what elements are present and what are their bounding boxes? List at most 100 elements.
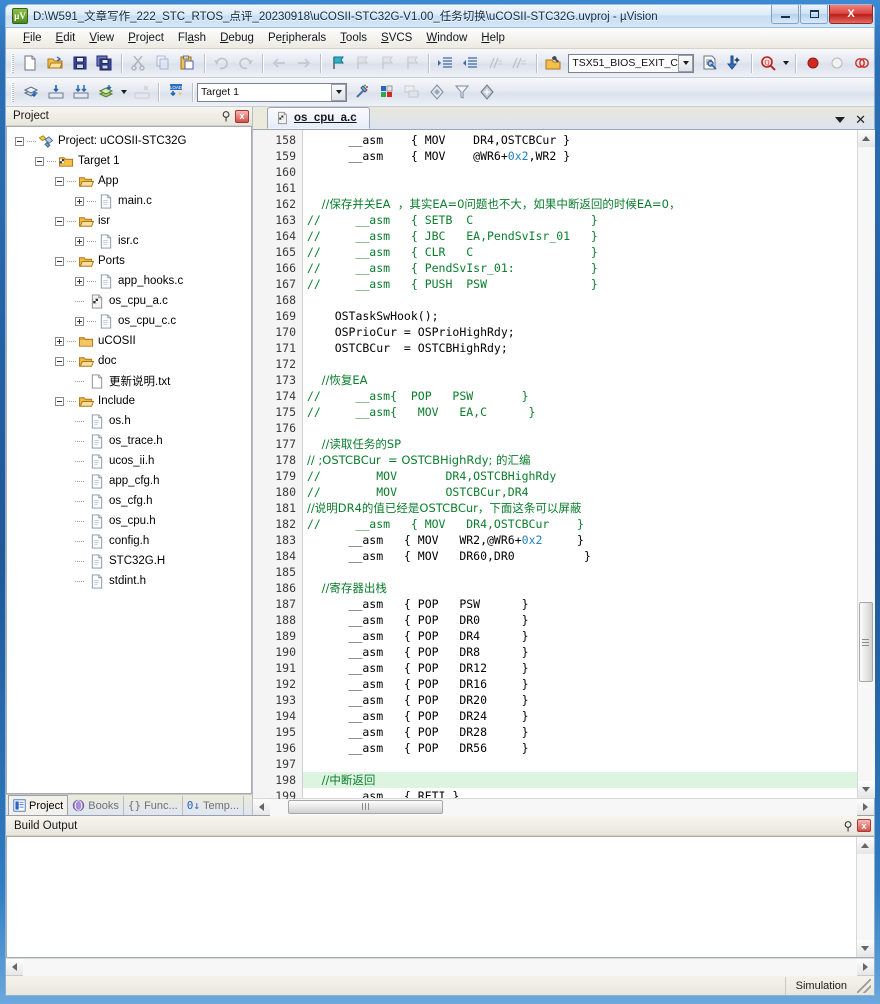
indent-icon[interactable] bbox=[434, 52, 457, 75]
breakpoint-icon[interactable] bbox=[801, 52, 824, 75]
code-line[interactable] bbox=[303, 420, 857, 436]
comment-icon[interactable] bbox=[483, 52, 506, 75]
minimize-button[interactable] bbox=[771, 5, 799, 24]
code-line[interactable] bbox=[303, 356, 857, 372]
close-icon[interactable]: x bbox=[857, 819, 871, 833]
tree-item-config-h[interactable]: config.h bbox=[7, 531, 251, 551]
code-line[interactable] bbox=[303, 164, 857, 180]
code-line[interactable] bbox=[303, 756, 857, 772]
code-line[interactable]: __asm { POP DR0 } bbox=[303, 612, 857, 628]
configure-toolbox-icon[interactable] bbox=[542, 52, 565, 75]
menu-window[interactable]: Window bbox=[419, 30, 474, 46]
close-icon[interactable]: ✕ bbox=[855, 113, 866, 126]
code-line[interactable]: // __asm { CLR C } bbox=[303, 244, 857, 260]
tree-item-stc32g-h[interactable]: STC32G.H bbox=[7, 551, 251, 571]
undo-icon[interactable] bbox=[210, 52, 233, 75]
code-line[interactable]: // __asm{ POP PSW } bbox=[303, 388, 857, 404]
menu-project[interactable]: Project bbox=[121, 30, 171, 46]
project-tree[interactable]: Project: uCOSII-STC32G Target 1 App main.c i… bbox=[6, 126, 252, 794]
open-file-icon[interactable] bbox=[44, 52, 67, 75]
tree-item-app[interactable]: App bbox=[7, 171, 251, 191]
manage-multi-project-icon[interactable] bbox=[400, 81, 423, 104]
code-line[interactable]: OSTaskSwHook(); bbox=[303, 308, 857, 324]
code-line[interactable]: __asm { MOV DR60,DR0 } bbox=[303, 548, 857, 564]
expand-icon[interactable] bbox=[75, 196, 84, 206]
new-file-icon[interactable] bbox=[19, 52, 42, 75]
code-text-area[interactable]: __asm { MOV DR4,OSTCBCur } __asm { MOV @… bbox=[303, 130, 857, 798]
code-line[interactable]: __asm { RETI } bbox=[303, 788, 857, 798]
outdent-icon[interactable] bbox=[459, 52, 482, 75]
bookmark-clear-icon[interactable] bbox=[400, 52, 423, 75]
code-line[interactable]: __asm { POP DR4 } bbox=[303, 628, 857, 644]
bookmark-toggle-icon[interactable] bbox=[326, 52, 349, 75]
expand-icon[interactable] bbox=[55, 336, 64, 346]
resize-grip-icon[interactable] bbox=[857, 978, 871, 993]
translate-icon[interactable] bbox=[19, 81, 42, 104]
code-line[interactable] bbox=[303, 292, 857, 308]
collapse-icon[interactable] bbox=[35, 156, 44, 166]
find-icon[interactable]: Q bbox=[757, 52, 780, 75]
menu-help[interactable]: Help bbox=[474, 30, 512, 46]
maximize-button[interactable] bbox=[800, 5, 828, 24]
configure-flash-icon[interactable] bbox=[475, 81, 498, 104]
chevron-down-icon[interactable] bbox=[331, 83, 346, 101]
tree-item-target-1[interactable]: Target 1 bbox=[7, 151, 251, 171]
batch-build-icon[interactable] bbox=[94, 81, 117, 104]
tree-item-stdint-h[interactable]: stdint.h bbox=[7, 571, 251, 591]
close-button[interactable]: X bbox=[829, 5, 873, 24]
scroll-down-button[interactable] bbox=[856, 940, 874, 957]
build-target-icon[interactable] bbox=[44, 81, 67, 104]
build-output-horizontal-scrollbar[interactable] bbox=[6, 958, 874, 976]
tree-item-isr[interactable]: isr bbox=[7, 211, 251, 231]
target-select[interactable]: Target 1 bbox=[197, 82, 347, 102]
cut-icon[interactable] bbox=[127, 52, 150, 75]
tree-item-os-trace-h[interactable]: os_trace.h bbox=[7, 431, 251, 451]
menu-tools[interactable]: Tools bbox=[333, 30, 374, 46]
code-line[interactable]: // __asm { SETB C } bbox=[303, 212, 857, 228]
save-all-icon[interactable] bbox=[93, 52, 116, 75]
run-utility-icon[interactable] bbox=[450, 81, 473, 104]
code-line[interactable]: //说明DR4的值已经是OSTCBCur，下面这条可以屏蔽 bbox=[303, 500, 857, 516]
tab-project[interactable]: Project bbox=[8, 795, 69, 815]
pin-icon[interactable]: ⚲ bbox=[841, 819, 855, 833]
horizontal-scroll-thumb[interactable] bbox=[288, 799, 443, 814]
tree-item-os-cpu-c-c[interactable]: os_cpu_c.c bbox=[7, 311, 251, 331]
code-line[interactable]: __asm { POP DR20 } bbox=[303, 692, 857, 708]
navigate-forward-icon[interactable] bbox=[293, 52, 316, 75]
code-line[interactable]: __asm { POP DR16 } bbox=[303, 676, 857, 692]
code-line[interactable]: __asm { POP DR8 } bbox=[303, 644, 857, 660]
code-line[interactable]: // MOV OSTCBCur,DR4 bbox=[303, 484, 857, 500]
uncomment-icon[interactable] bbox=[508, 52, 531, 75]
code-line[interactable]: __asm { MOV DR4,OSTCBCur } bbox=[303, 132, 857, 148]
tree-item-app-hooks-c[interactable]: app_hooks.c bbox=[7, 271, 251, 291]
collapse-icon[interactable] bbox=[55, 356, 64, 366]
insert-file-icon[interactable] bbox=[698, 52, 721, 75]
menu-peripherals[interactable]: Peripherals bbox=[261, 30, 333, 46]
tree-item-ports[interactable]: Ports bbox=[7, 251, 251, 271]
tab-functions[interactable]: {} Func... bbox=[124, 796, 183, 815]
scroll-left-button[interactable] bbox=[6, 958, 23, 976]
code-line[interactable]: //保存并关EA ，其实EA=0问题也不大，如果中断返回的时候EA=0， bbox=[303, 196, 857, 212]
paste-icon[interactable] bbox=[176, 52, 199, 75]
toolbar-grip[interactable] bbox=[11, 82, 14, 102]
menu-file[interactable]: FFileile bbox=[16, 30, 49, 46]
tree-item-os-cfg-h[interactable]: os_cfg.h bbox=[7, 491, 251, 511]
download-to-flash-icon[interactable]: LOAD bbox=[164, 81, 187, 104]
expand-icon[interactable] bbox=[75, 276, 84, 286]
pin-icon[interactable]: ⚲ bbox=[219, 109, 233, 123]
navigate-back-icon[interactable] bbox=[268, 52, 291, 75]
editor-horizontal-scrollbar[interactable] bbox=[253, 798, 874, 816]
code-line[interactable]: //恢复EA bbox=[303, 372, 857, 388]
code-line[interactable] bbox=[303, 564, 857, 580]
vertical-scroll-track[interactable] bbox=[857, 147, 875, 781]
tree-item-main-c[interactable]: main.c bbox=[7, 191, 251, 211]
code-line[interactable]: __asm { MOV WR2,@WR6+0x2 } bbox=[303, 532, 857, 548]
code-line[interactable]: __asm { POP DR24 } bbox=[303, 708, 857, 724]
stop-build-icon[interactable] bbox=[130, 81, 153, 104]
vertical-scroll-track[interactable] bbox=[856, 854, 874, 940]
code-line[interactable]: __asm { POP DR28 } bbox=[303, 724, 857, 740]
bookmark-next-icon[interactable] bbox=[376, 52, 399, 75]
find-dropdown-caret-icon[interactable] bbox=[780, 52, 791, 75]
vertical-scroll-thumb[interactable] bbox=[858, 602, 873, 682]
collapse-icon[interactable] bbox=[55, 396, 64, 406]
